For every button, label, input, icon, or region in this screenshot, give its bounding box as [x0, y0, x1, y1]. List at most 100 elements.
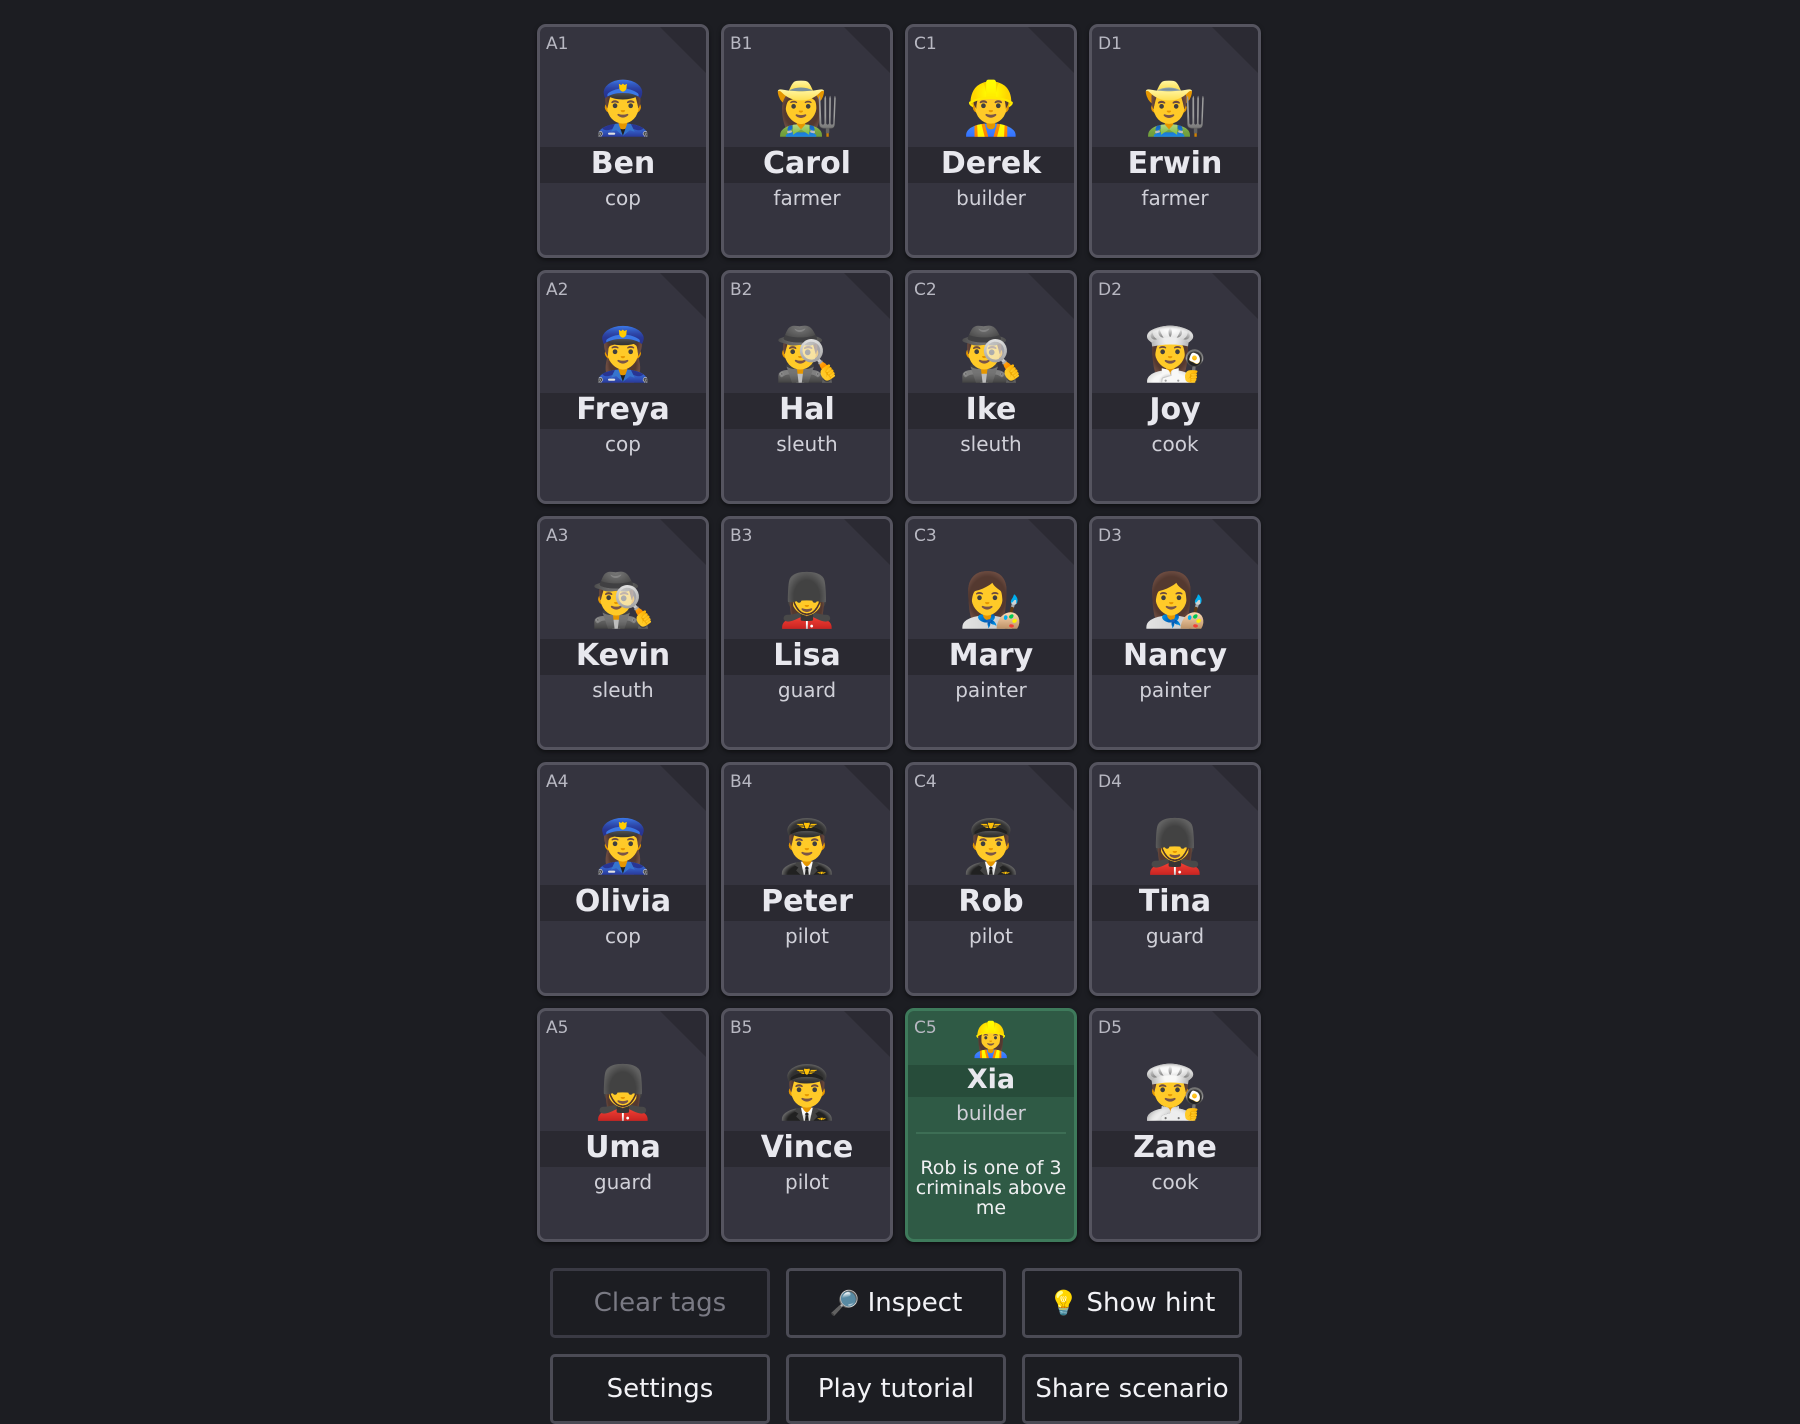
card-coordinate: D5 — [1098, 1018, 1122, 1038]
card-coordinate: B5 — [730, 1018, 753, 1038]
character-name: Lisa — [773, 638, 841, 673]
suspect-card-d4[interactable]: D4 💂‍♀️ Tina guard — [1089, 762, 1261, 996]
card-coordinate: C1 — [914, 34, 937, 54]
character-role: guard — [777, 678, 837, 702]
character-role: cop — [605, 432, 641, 456]
suspect-card-a4[interactable]: A4 👮‍♀️ Olivia cop — [537, 762, 709, 996]
character-role: pilot — [969, 924, 1013, 948]
suspect-card-d3[interactable]: D3 👩‍🎨 Nancy painter — [1089, 516, 1261, 750]
character-name: Carol — [763, 146, 851, 181]
card-coordinate: D2 — [1098, 280, 1122, 300]
character-name: Peter — [761, 884, 853, 919]
character-avatar-icon: 👮‍♀️ — [590, 325, 656, 385]
character-name: Nancy — [1122, 638, 1228, 673]
clue-text: Rob is one of 3 criminals above me — [915, 1157, 1067, 1219]
suspect-card-c4[interactable]: C4 👨‍✈️ Rob pilot — [905, 762, 1077, 996]
character-name: Vince — [760, 1130, 854, 1165]
character-avatar-icon: 👨‍🍳 — [1142, 1063, 1208, 1123]
character-role: pilot — [785, 924, 829, 948]
character-name: Kevin — [575, 638, 671, 673]
card-coordinate: C3 — [914, 526, 937, 546]
suspect-card-b2[interactable]: B2 🕵️‍♂️ Hal sleuth — [721, 270, 893, 504]
card-coordinate: B4 — [730, 772, 753, 792]
character-role: cop — [605, 924, 641, 948]
character-avatar-icon: 👨‍✈️ — [958, 817, 1024, 877]
character-name: Tina — [1138, 884, 1212, 919]
character-avatar-icon: 👩‍🎨 — [958, 571, 1024, 631]
suspect-card-d5[interactable]: D5 👨‍🍳 Zane cook — [1089, 1008, 1261, 1242]
character-avatar-icon: 👨‍🌾 — [1142, 79, 1208, 139]
suspect-card-c1[interactable]: C1 👷‍♂️ Derek builder — [905, 24, 1077, 258]
character-name: Xia — [966, 1064, 1016, 1095]
character-role: builder — [956, 1101, 1026, 1125]
suspect-card-c2[interactable]: C2 🕵️‍♂️ Ike sleuth — [905, 270, 1077, 504]
inspect-label: Inspect — [867, 1288, 963, 1318]
character-role: painter — [955, 678, 1027, 702]
character-role: guard — [593, 1170, 653, 1194]
character-role: farmer — [1141, 186, 1209, 210]
show-hint-button[interactable]: 💡 Show hint — [1022, 1268, 1242, 1338]
character-role: sleuth — [776, 432, 838, 456]
character-role: cook — [1151, 432, 1199, 456]
character-name: Freya — [576, 392, 670, 427]
suspect-card-b5[interactable]: B5 👨‍✈️ Vince pilot — [721, 1008, 893, 1242]
card-coordinate: A4 — [546, 772, 569, 792]
suspect-card-a3[interactable]: A3 🕵️‍♂️ Kevin sleuth — [537, 516, 709, 750]
share-scenario-button[interactable]: Share scenario — [1022, 1354, 1242, 1424]
play-tutorial-button[interactable]: Play tutorial — [786, 1354, 1006, 1424]
divider — [916, 1132, 1066, 1134]
character-name: Erwin — [1127, 146, 1223, 181]
character-name: Derek — [940, 146, 1042, 181]
character-role: painter — [1139, 678, 1211, 702]
character-avatar-icon: 🕵️‍♂️ — [774, 325, 840, 385]
character-avatar-icon: 👷‍♂️ — [958, 79, 1024, 139]
suspect-card-d2[interactable]: D2 👩‍🍳 Joy cook — [1089, 270, 1261, 504]
show-hint-label: Show hint — [1086, 1288, 1216, 1318]
suspect-card-c3[interactable]: C3 👩‍🎨 Mary painter — [905, 516, 1077, 750]
character-role: builder — [956, 186, 1026, 210]
character-role: cook — [1151, 1170, 1199, 1194]
character-avatar-icon: 💂‍♀️ — [1142, 817, 1208, 877]
settings-button[interactable]: Settings — [550, 1354, 770, 1424]
card-coordinate: C5 — [914, 1018, 937, 1038]
character-avatar-icon: 💂‍♀️ — [590, 1063, 656, 1123]
suspect-card-d1[interactable]: D1 👨‍🌾 Erwin farmer — [1089, 24, 1261, 258]
card-coordinate: B3 — [730, 526, 753, 546]
card-coordinate: B1 — [730, 34, 753, 54]
character-role: pilot — [785, 1170, 829, 1194]
character-name: Hal — [779, 392, 835, 427]
character-role: sleuth — [960, 432, 1022, 456]
card-coordinate: D4 — [1098, 772, 1122, 792]
controls: Clear tags 🔎 Inspect 💡 Show hint Setting… — [550, 1268, 1242, 1424]
suspect-card-a5[interactable]: A5 💂‍♀️ Uma guard — [537, 1008, 709, 1242]
character-avatar-icon: 👩‍🍳 — [1142, 325, 1208, 385]
character-avatar-icon: 👨‍✈️ — [774, 817, 840, 877]
clear-tags-button[interactable]: Clear tags — [550, 1268, 770, 1338]
character-name: Uma — [585, 1130, 661, 1165]
character-avatar-icon: 🕵️‍♂️ — [958, 325, 1024, 385]
character-name: Zane — [1133, 1130, 1217, 1165]
suspect-card-b4[interactable]: B4 👨‍✈️ Peter pilot — [721, 762, 893, 996]
suspect-card-c5[interactable]: C5 👷‍♀️ Xia builder Rob is one of 3 criminal… — [905, 1008, 1077, 1242]
character-role: farmer — [773, 186, 841, 210]
card-coordinate: A5 — [546, 1018, 569, 1038]
card-coordinate: B2 — [730, 280, 753, 300]
character-name: Ben — [590, 146, 656, 181]
card-coordinate: D1 — [1098, 34, 1122, 54]
magnifier-icon: 🔎 — [829, 1289, 860, 1317]
suspect-card-a1[interactable]: A1 👮‍♂️ Ben cop — [537, 24, 709, 258]
suspect-card-a2[interactable]: A2 👮‍♀️ Freya cop — [537, 270, 709, 504]
character-avatar-icon: 👮‍♂️ — [590, 79, 656, 139]
inspect-button[interactable]: 🔎 Inspect — [786, 1268, 1006, 1338]
card-coordinate: D3 — [1098, 526, 1122, 546]
character-name: Joy — [1149, 392, 1201, 427]
character-name: Mary — [948, 638, 1034, 673]
character-avatar-icon: 💂‍♀️ — [774, 571, 840, 631]
suspect-grid: A1 👮‍♂️ Ben cop B1 👩‍🌾 Carol farmer C1 👷‍♂️ Derek b… — [537, 24, 1261, 1242]
suspect-card-b3[interactable]: B3 💂‍♀️ Lisa guard — [721, 516, 893, 750]
lightbulb-icon: 💡 — [1048, 1289, 1079, 1317]
character-name: Rob — [958, 884, 1024, 919]
suspect-card-b1[interactable]: B1 👩‍🌾 Carol farmer — [721, 24, 893, 258]
character-role: sleuth — [592, 678, 654, 702]
card-coordinate: A1 — [546, 34, 569, 54]
